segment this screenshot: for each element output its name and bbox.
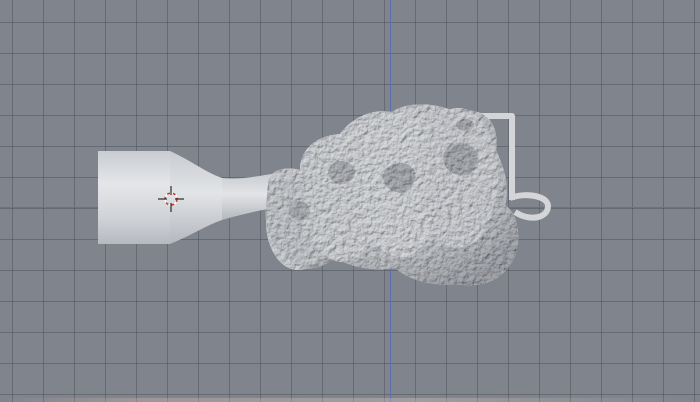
- 3d-viewport[interactable]: [0, 0, 700, 402]
- sculpted-fist: [265, 104, 519, 286]
- viewport-bottom-strip: [0, 398, 700, 402]
- sculpted-model[interactable]: [0, 0, 700, 402]
- handle-cylinder: [98, 151, 282, 244]
- 3d-cursor-icon[interactable]: [158, 186, 184, 212]
